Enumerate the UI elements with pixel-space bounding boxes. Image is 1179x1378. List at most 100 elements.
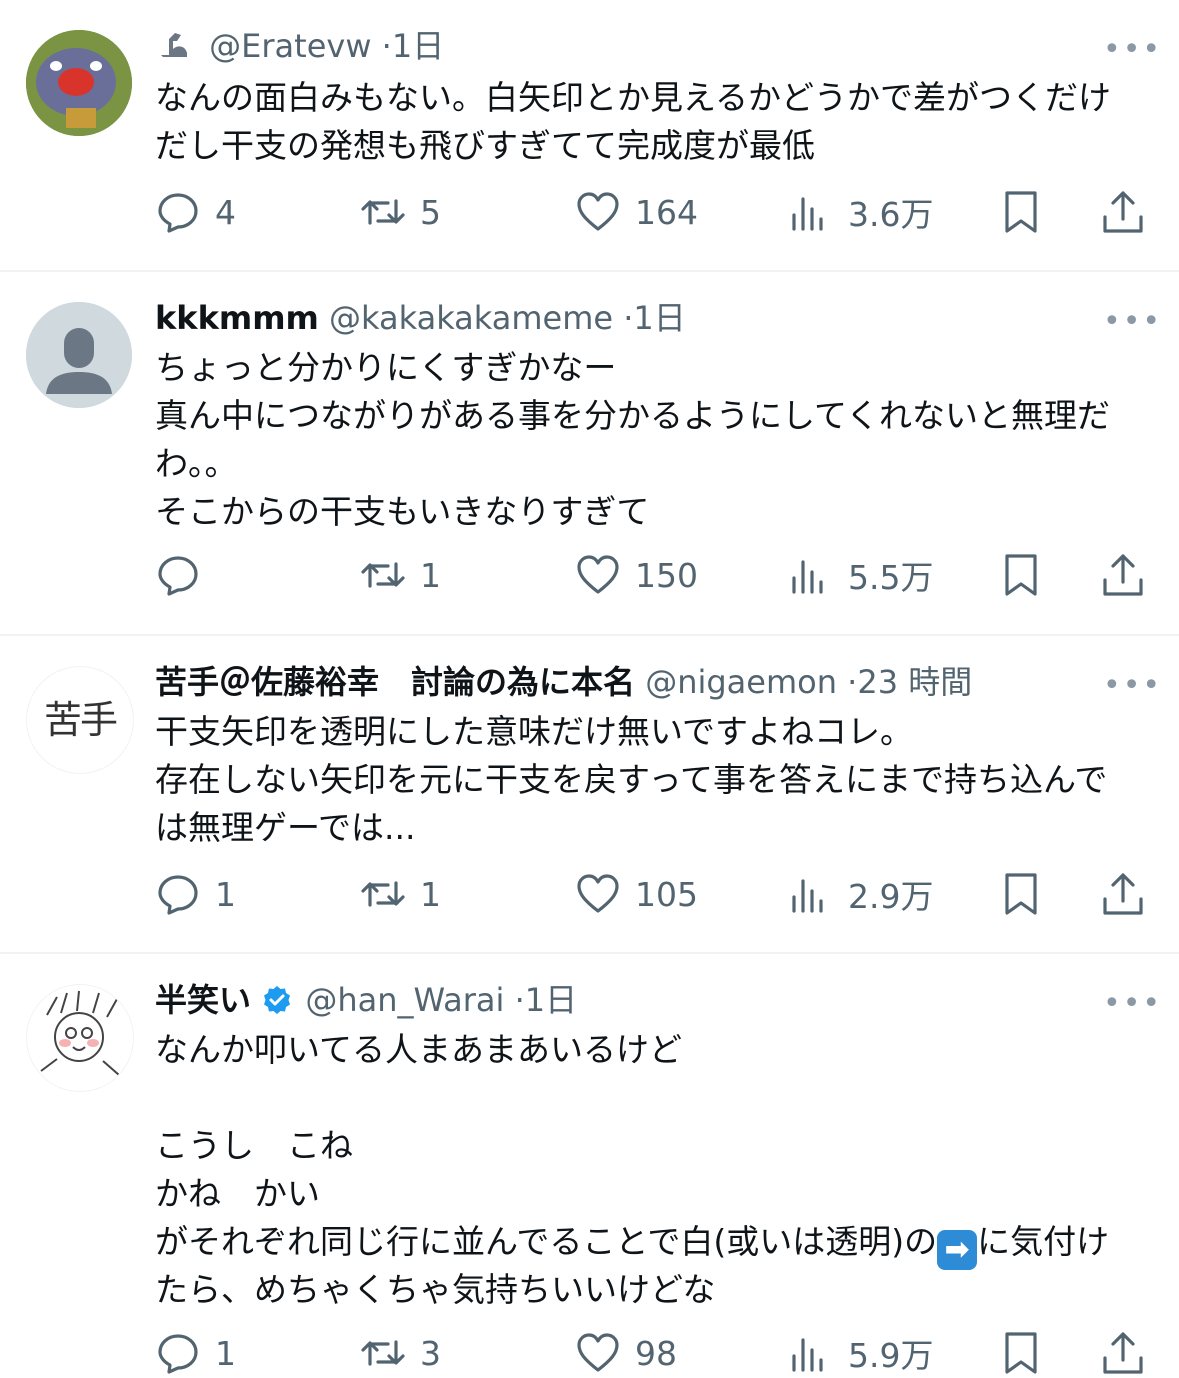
view-count: 2.9万	[848, 877, 934, 916]
timestamp[interactable]: 23 時間	[857, 663, 972, 701]
tweet-line: わ。。	[155, 444, 238, 483]
tweet[interactable]: 苦手 苦手＠佐藤裕幸 討論の為に本名 @nigaemon ·23 時間 ••• …	[0, 636, 1179, 952]
timestamp[interactable]: 1日	[392, 27, 444, 65]
separator: ·	[381, 27, 392, 65]
tweet-line: こうし こね	[155, 1126, 353, 1165]
tweet-text: なんか叩いてる人まあまあいるけど こうし こね かね かい がそれぞれ同じ行に並…	[155, 1026, 1139, 1314]
bookmark-button[interactable]	[998, 1328, 1044, 1378]
tweet-header: kkkmmm @kakakakameme ·1日	[155, 296, 1099, 340]
reply-icon	[158, 1334, 198, 1374]
tweet-header: 苦手＠佐藤裕幸 討論の為に本名 @nigaemon ·23 時間	[155, 660, 1099, 704]
reply-icon	[158, 875, 198, 915]
reply-count: 1	[215, 874, 236, 914]
handle[interactable]: @nigaemon	[645, 663, 837, 701]
reply-button[interactable]: 1	[155, 1328, 236, 1378]
views-button[interactable]: 5.9万	[788, 1328, 933, 1378]
verified-badge-icon	[261, 983, 295, 1022]
avatar-image	[27, 985, 133, 1091]
avatar[interactable]	[26, 30, 132, 136]
action-bar: 1 3 98 5.9万	[155, 1328, 1145, 1378]
reply-button[interactable]: 4	[155, 187, 236, 237]
more-options-icon[interactable]: •••	[1103, 307, 1160, 337]
tweet-line: たら、めちゃくちゃ気持ちいいけどな	[155, 1270, 716, 1309]
action-bar: 1 1 105 2.9万	[155, 869, 1145, 919]
handle[interactable]: @kakakakameme	[329, 299, 613, 337]
tweet[interactable]: @Eratevw ·1日 ••• なんの面白みもない。白矢印とか見えるかどうかで…	[0, 0, 1179, 270]
like-count: 98	[635, 1333, 677, 1373]
tweet[interactable]: kkkmmm @kakakakameme ·1日 ••• ちょっと分かりにくすぎ…	[0, 272, 1179, 634]
bookmark-button[interactable]	[998, 550, 1044, 600]
retweet-button[interactable]: 3	[360, 1328, 441, 1378]
retweet-button[interactable]: 5	[360, 187, 441, 237]
heart-icon	[577, 874, 619, 913]
share-button[interactable]	[1100, 1328, 1146, 1378]
like-button[interactable]: 105	[575, 869, 698, 919]
analytics-icon	[792, 197, 823, 231]
avatar[interactable]	[26, 984, 134, 1092]
retweet-button[interactable]: 1	[360, 550, 441, 600]
timestamp[interactable]: 1日	[633, 299, 685, 337]
share-button[interactable]	[1100, 187, 1146, 237]
analytics-icon	[792, 1338, 823, 1372]
retweet-icon	[361, 199, 405, 225]
like-button[interactable]: 150	[575, 550, 698, 600]
more-options-icon[interactable]: •••	[1103, 35, 1160, 65]
handle[interactable]: @Eratevw	[209, 27, 371, 65]
action-bar: 1 150 5.5万	[155, 550, 1145, 600]
share-button[interactable]	[1100, 550, 1146, 600]
retweet-icon	[361, 562, 405, 588]
tweet-line: かね かい	[155, 1174, 320, 1213]
more-options-icon[interactable]: •••	[1103, 671, 1160, 701]
share-icon	[1103, 873, 1143, 915]
reply-button[interactable]	[155, 550, 215, 600]
retweet-icon	[361, 1340, 405, 1366]
views-button[interactable]: 5.5万	[788, 550, 933, 600]
views-button[interactable]: 2.9万	[788, 869, 933, 919]
tweet-header: 半笑い @han_Warai ·1日	[155, 978, 1099, 1022]
heart-icon	[577, 555, 619, 594]
reply-button[interactable]: 1	[155, 869, 236, 919]
flexed-biceps-icon	[155, 25, 199, 68]
tweet-line: 存在しない矢印を元に干支を戻すって事を答えにまで持ち込んで	[155, 760, 1108, 799]
heart-icon	[577, 1333, 619, 1372]
tweet-line: は無理ゲーでは...	[155, 808, 416, 847]
tweet-line: 真ん中につながりがある事を分かるようにしてくれないと無理だ	[155, 396, 1111, 435]
avatar[interactable]	[26, 302, 132, 408]
display-name[interactable]: 半笑い	[155, 981, 251, 1019]
bookmark-button[interactable]	[998, 187, 1044, 237]
separator: ·	[847, 663, 858, 701]
view-count: 5.9万	[848, 1336, 934, 1375]
tweet-text: 干支矢印を透明にした意味だけ無いですよねコレ。 存在しない矢印を元に干支を戻すっ…	[155, 708, 1139, 852]
timestamp[interactable]: 1日	[525, 981, 577, 1019]
reply-icon	[158, 556, 198, 596]
tweet-line: がそれぞれ同じ行に並んでることで白(或いは透明)の ➡ に気付け	[155, 1218, 1139, 1270]
bookmark-button[interactable]	[998, 869, 1044, 919]
action-bar: 4 5 164 3.6万	[155, 187, 1145, 237]
share-icon	[1103, 554, 1143, 596]
retweet-button[interactable]: 1	[360, 869, 441, 919]
like-count: 105	[635, 874, 698, 914]
separator: ·	[623, 299, 634, 337]
display-name[interactable]: kkkmmm	[155, 299, 319, 337]
retweet-count: 1	[420, 555, 441, 595]
reply-count: 1	[215, 1333, 236, 1373]
tweet-line: なんの面白みもない。白矢印とか見えるかどうかで差がつくだけ	[155, 78, 1112, 117]
handle[interactable]: @han_Warai	[305, 981, 504, 1019]
tweet[interactable]: 半笑い @han_Warai ·1日 ••• なんか叩いてる人まあまあいるけど …	[0, 954, 1179, 1375]
like-button[interactable]: 98	[575, 1328, 677, 1378]
bookmark-icon	[1005, 1332, 1037, 1374]
views-button[interactable]: 3.6万	[788, 187, 933, 237]
more-options-icon[interactable]: •••	[1103, 989, 1160, 1019]
avatar[interactable]: 苦手	[26, 666, 134, 774]
tweet-line-text: に気付け	[977, 1222, 1110, 1261]
share-button[interactable]	[1100, 869, 1146, 919]
display-name[interactable]: 苦手＠佐藤裕幸 討論の為に本名	[155, 663, 635, 701]
default-avatar-icon	[26, 302, 132, 408]
like-button[interactable]: 164	[575, 187, 698, 237]
tweet-text: ちょっと分かりにくすぎかなー 真ん中につながりがある事を分かるようにしてくれない…	[155, 344, 1139, 536]
view-count: 3.6万	[848, 195, 934, 234]
share-icon	[1103, 1332, 1143, 1374]
reply-icon	[158, 193, 198, 233]
retweet-count: 5	[420, 192, 441, 232]
